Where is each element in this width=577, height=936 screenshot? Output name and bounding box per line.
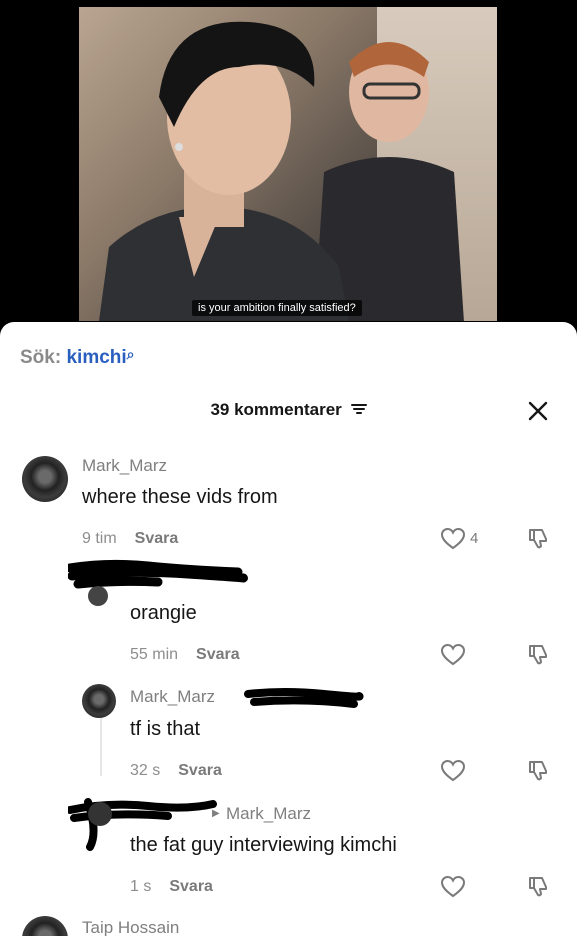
comment-text: where these vids from bbox=[82, 486, 278, 508]
comment-username[interactable]: Taip Hossain bbox=[82, 918, 179, 936]
video-player[interactable]: is your ambition finally satisfied? bbox=[0, 0, 577, 340]
like-count: 4 bbox=[470, 530, 479, 547]
thread-line bbox=[100, 712, 102, 776]
reply-arrow-icon: ▶ bbox=[212, 808, 220, 819]
search-prefix: Sök: bbox=[20, 347, 62, 368]
video-frame bbox=[79, 7, 497, 321]
dislike-icon[interactable] bbox=[526, 759, 550, 783]
comment-meta: 1 s Svara bbox=[130, 878, 213, 896]
comment-time: 55 min bbox=[130, 646, 179, 663]
search-suggestion[interactable]: Sök: kimchi⌕ bbox=[20, 346, 135, 369]
comment-text: the fat guy interviewing kimchi bbox=[130, 834, 397, 856]
comments-header: 39 kommentarer bbox=[0, 400, 577, 421]
heart-icon[interactable] bbox=[440, 759, 466, 783]
comments-sheet: Sök: kimchi⌕ 39 kommentarer Mark_Marz wh… bbox=[0, 322, 577, 936]
avatar[interactable] bbox=[22, 456, 68, 502]
comment-time: 1 s bbox=[130, 878, 152, 895]
comment-text: orangie bbox=[130, 602, 197, 624]
search-term[interactable]: kimchi bbox=[66, 347, 126, 368]
reply-button[interactable]: Svara bbox=[196, 646, 240, 663]
comment-meta: 55 min Svara bbox=[130, 646, 240, 664]
video-person-foreground bbox=[99, 21, 349, 321]
redacted-username bbox=[68, 559, 248, 606]
comments-count-title: 39 kommentarer bbox=[210, 400, 342, 419]
comment-username[interactable]: Mark_Marz bbox=[130, 687, 215, 707]
avatar[interactable] bbox=[82, 684, 116, 718]
comment-meta: 32 s Svara bbox=[130, 762, 222, 780]
comment-meta: 9 tim Svara bbox=[82, 530, 178, 548]
dislike-icon[interactable] bbox=[526, 643, 550, 667]
comment-username[interactable]: Mark_Marz bbox=[82, 456, 167, 476]
comment-text: tf is that bbox=[130, 718, 201, 740]
reply-to-username[interactable]: Mark_Marz bbox=[226, 804, 311, 824]
video-subtitle: is your ambition finally satisfied? bbox=[192, 300, 362, 316]
heart-icon[interactable] bbox=[440, 527, 466, 551]
reply-button[interactable]: Svara bbox=[135, 530, 179, 547]
filter-icon[interactable] bbox=[350, 401, 367, 421]
reply-button[interactable]: Svara bbox=[178, 762, 222, 779]
reply-button[interactable]: Svara bbox=[169, 878, 213, 895]
avatar[interactable] bbox=[22, 916, 68, 936]
comment-time: 9 tim bbox=[82, 530, 117, 547]
close-icon[interactable] bbox=[527, 400, 549, 422]
comment-time: 32 s bbox=[130, 762, 161, 779]
search-icon: ⌕ bbox=[126, 346, 135, 362]
heart-icon[interactable] bbox=[440, 875, 466, 899]
dislike-icon[interactable] bbox=[526, 875, 550, 899]
redacted-username bbox=[244, 688, 364, 708]
heart-icon[interactable] bbox=[440, 643, 466, 667]
dislike-icon[interactable] bbox=[526, 527, 550, 551]
